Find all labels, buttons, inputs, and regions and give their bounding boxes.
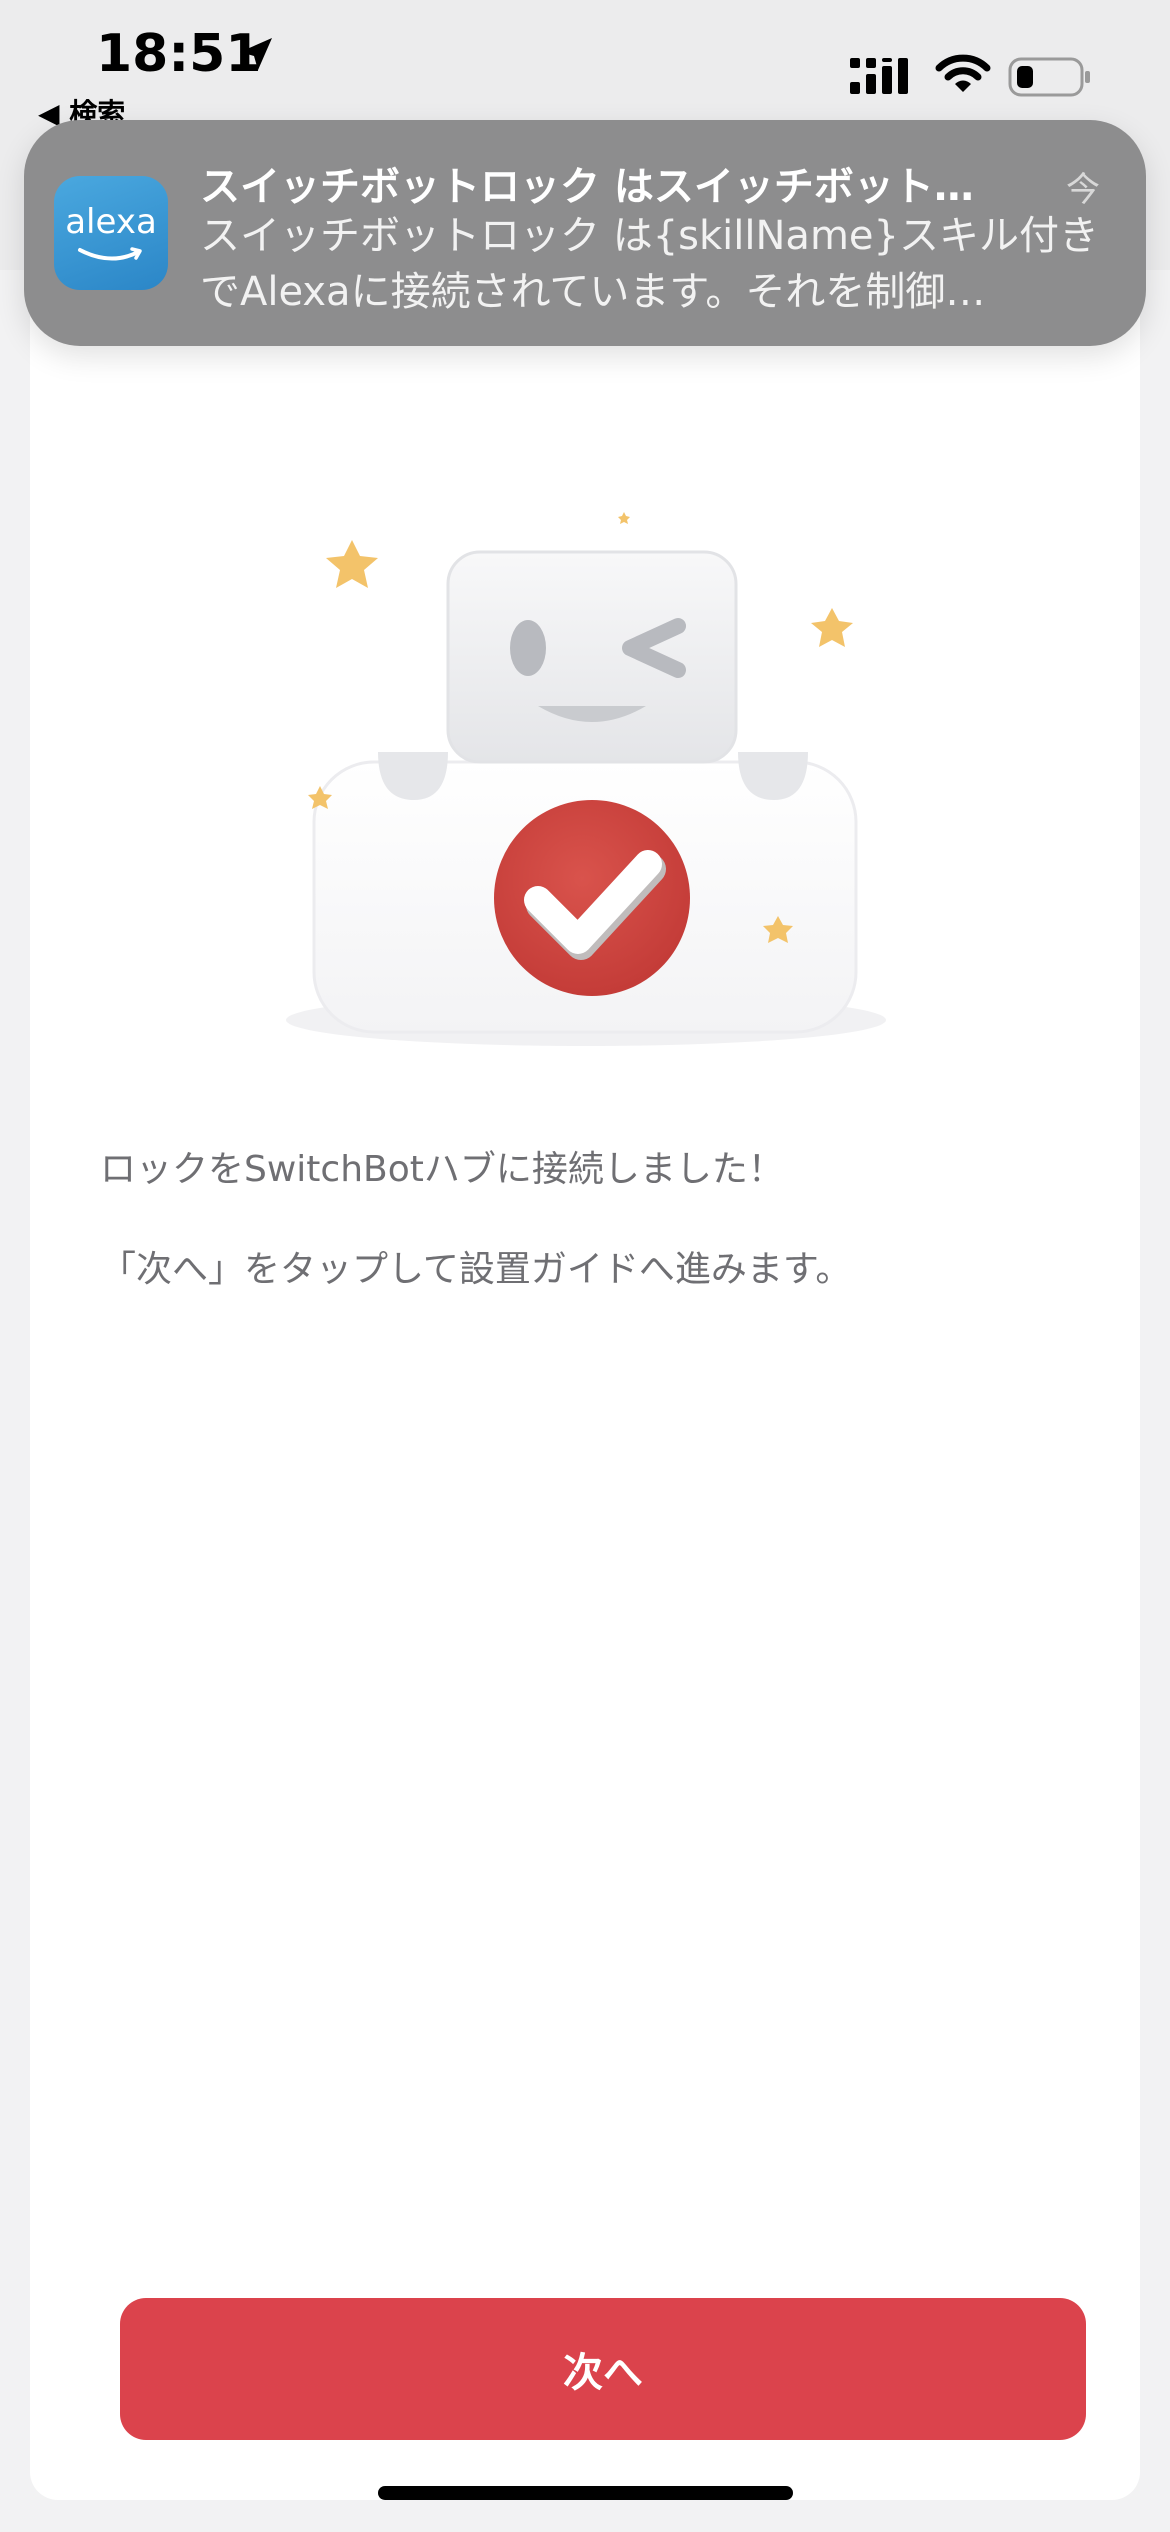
notification-time: 今	[1066, 170, 1100, 210]
cellular-signal-icon	[850, 56, 912, 100]
alexa-app-icon-label: alexa	[65, 202, 157, 242]
star-icon	[618, 512, 630, 524]
location-arrow-icon	[236, 34, 276, 78]
alexa-notification-banner[interactable]: alexa スイッチボットロック はスイッチボット… 今 スイッチボットロック …	[24, 120, 1146, 346]
battery-icon	[1008, 57, 1092, 101]
notification-body: スイッチボットロック は{skillName}スキル付きでAlexaに接続されて…	[200, 213, 1099, 315]
next-step-instruction: 「次へ」をタップして設置ガイドへ進みます。	[100, 1249, 852, 1290]
home-indicator[interactable]	[378, 2486, 793, 2500]
notification-title: スイッチボットロック はスイッチボット…	[200, 164, 974, 210]
robot-success-illustration	[270, 500, 910, 1064]
star-icon	[811, 608, 853, 647]
connection-success-message: ロックをSwitchBotハブに接続しました！	[100, 1149, 784, 1190]
next-button[interactable]: 次へ	[120, 2298, 1086, 2440]
star-icon	[326, 540, 378, 588]
alexa-app-icon: alexa	[54, 176, 168, 290]
wifi-icon	[935, 52, 991, 100]
